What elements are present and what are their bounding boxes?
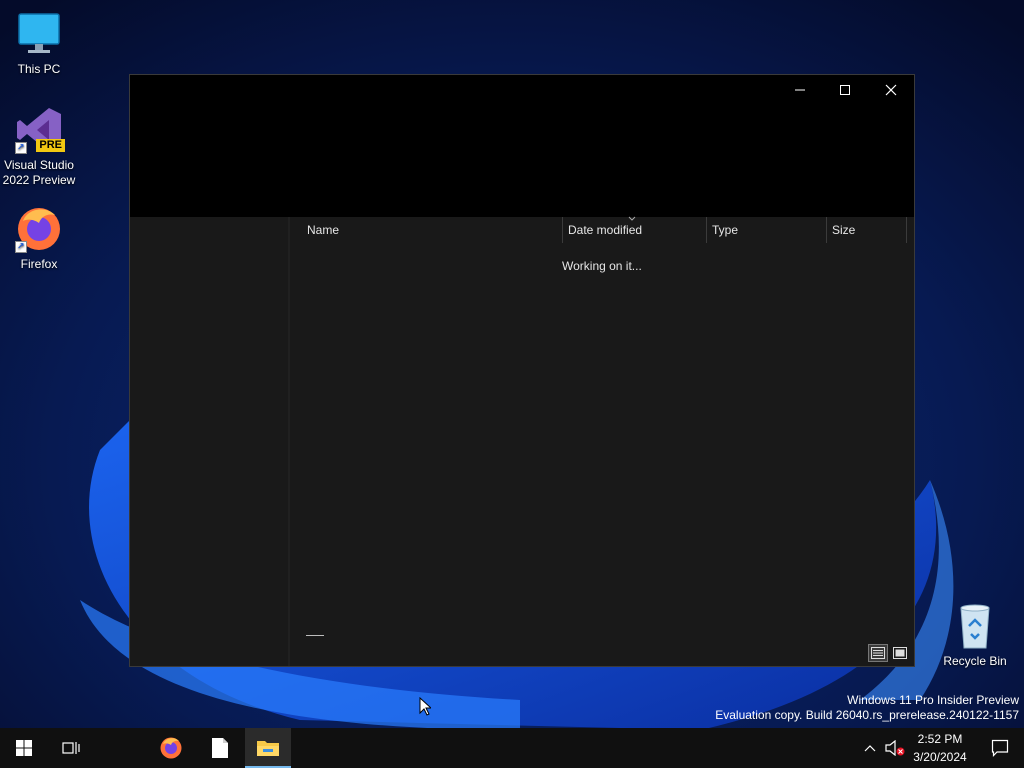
visual-studio-icon: PRE: [15, 106, 65, 155]
desktop-icon-label: This PC: [17, 62, 61, 76]
chevron-up-icon: [864, 745, 876, 752]
column-header-label: Name: [307, 223, 340, 237]
column-header-date-modified[interactable]: Date modified: [562, 216, 706, 243]
notification-center-button[interactable]: [977, 728, 1023, 768]
navigation-pane[interactable]: [130, 217, 289, 666]
maximize-icon: [840, 85, 850, 95]
task-view-button[interactable]: [48, 728, 94, 768]
pre-badge: PRE: [36, 139, 65, 152]
column-header-label: Date modified: [568, 223, 643, 237]
large-icons-view-icon: [893, 647, 907, 659]
shortcut-arrow-icon: [15, 140, 27, 155]
minimize-button[interactable]: [777, 75, 823, 105]
recycle-bin-icon: [951, 602, 999, 650]
minimize-icon: [795, 89, 805, 91]
details-view-button[interactable]: [868, 644, 888, 662]
windows-logo-icon: [16, 740, 32, 756]
monitor-icon: [15, 10, 63, 58]
mouse-cursor-icon: [419, 697, 431, 716]
taskbar-clock[interactable]: 2:52 PM 3/20/2024: [905, 730, 975, 766]
desktop-icon-firefox[interactable]: Firefox: [0, 205, 78, 272]
clock-time: 2:52 PM: [917, 732, 963, 746]
taskbar-file-explorer-button[interactable]: [245, 728, 291, 768]
close-icon: [885, 84, 897, 96]
desktop-icon-visual-studio[interactable]: PRE Visual Studio 2022 Preview: [0, 106, 78, 188]
taskbar: 2:52 PM 3/20/2024: [0, 728, 1024, 768]
document-icon: [212, 738, 228, 758]
show-hidden-icons-button[interactable]: [858, 728, 882, 768]
watermark-build: Evaluation copy. Build 26040.rs_prerelea…: [715, 708, 1019, 722]
volume-muted-icon: [885, 740, 905, 756]
column-header-name[interactable]: Name: [301, 217, 561, 243]
folder-icon: [257, 741, 279, 756]
close-button[interactable]: [868, 75, 914, 105]
column-header-size[interactable]: Size: [826, 217, 906, 243]
file-list-view[interactable]: Name Date modified Type Size Working on …: [290, 216, 914, 666]
desktop-icon-label: Recycle Bin: [943, 654, 1007, 668]
clock-date: 3/20/2024: [913, 750, 967, 764]
loading-status-text: Working on it...: [562, 259, 642, 273]
file-explorer-window[interactable]: Name Date modified Type Size Working on …: [129, 74, 915, 667]
taskbar-firefox-button[interactable]: [148, 728, 194, 768]
taskbar-notepad-button[interactable]: [197, 728, 243, 768]
column-header-label: Size: [832, 223, 856, 237]
shortcut-arrow-icon: [15, 239, 27, 254]
firefox-icon: [160, 737, 182, 759]
windows-watermark: Windows 11 Pro Insider Preview Evaluatio…: [715, 693, 1019, 723]
desktop-icon-label: Firefox: [20, 257, 58, 271]
desktop-icon-label: Visual Studio 2022 Preview: [2, 158, 76, 187]
status-bar-indicator: [306, 635, 324, 636]
firefox-icon: [15, 205, 63, 254]
desktop-icon-this-pc[interactable]: This PC: [0, 10, 78, 77]
column-header-type[interactable]: Type: [706, 217, 826, 243]
title-bar[interactable]: [130, 75, 914, 217]
watermark-edition: Windows 11 Pro Insider Preview: [847, 693, 1019, 707]
notification-icon: [991, 739, 1009, 757]
maximize-button[interactable]: [822, 75, 868, 105]
sort-chevron-icon: [628, 216, 636, 221]
column-separator[interactable]: [906, 217, 907, 243]
column-header-label: Type: [712, 223, 739, 237]
task-view-icon: [62, 742, 80, 754]
desktop-icon-recycle-bin[interactable]: Recycle Bin: [936, 602, 1014, 669]
large-icons-view-button[interactable]: [890, 644, 910, 662]
start-button[interactable]: [1, 728, 47, 768]
details-view-icon: [871, 647, 885, 659]
